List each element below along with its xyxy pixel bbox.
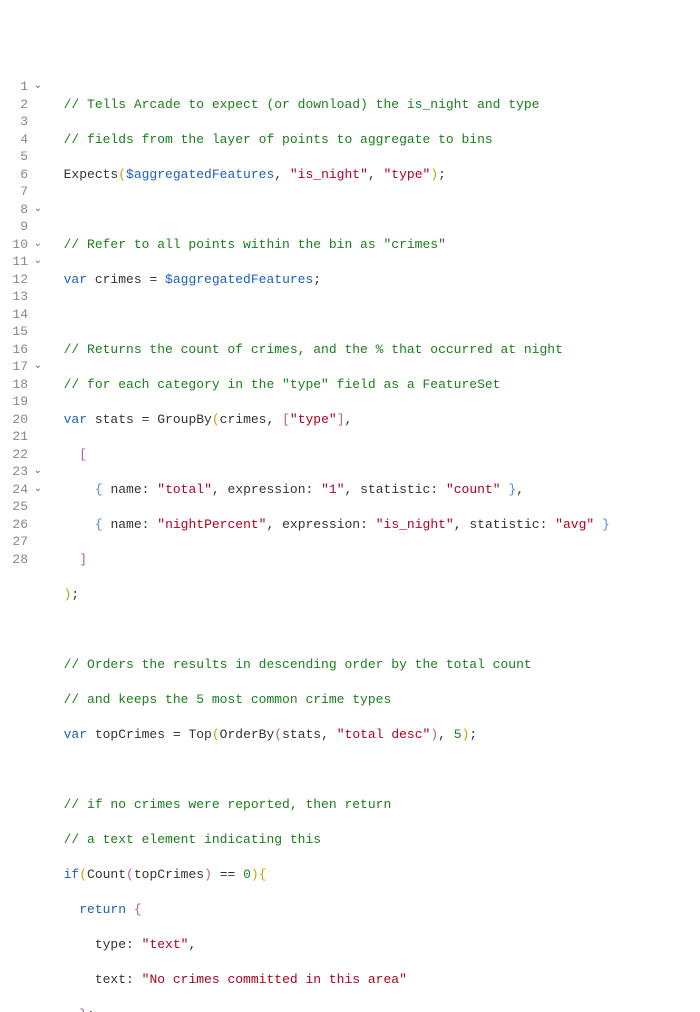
line-number: 23⌄ [8, 463, 48, 481]
code-line: var stats = GroupBy(crimes, ["type"], [48, 411, 692, 429]
code-line: Expects($aggregatedFeatures, "is_night",… [48, 166, 692, 184]
line-number: 19 [8, 393, 48, 411]
line-number: 9 [8, 218, 48, 236]
code-area[interactable]: // Tells Arcade to expect (or download) … [48, 78, 692, 1012]
code-line: text: "No crimes committed in this area" [48, 971, 692, 989]
line-number: 25 [8, 498, 48, 516]
code-line [48, 201, 692, 219]
code-line: var topCrimes = Top(OrderBy(stats, "tota… [48, 726, 692, 744]
fold-icon[interactable]: ⌄ [28, 236, 42, 254]
fold-icon[interactable]: ⌄ [28, 201, 42, 219]
line-number: 10⌄ [8, 236, 48, 254]
code-editor[interactable]: 1⌄2345678⌄910⌄11⌄121314151617⌄1819202122… [8, 78, 692, 1012]
code-line: // if no crimes were reported, then retu… [48, 796, 692, 814]
line-number: 21 [8, 428, 48, 446]
line-number: 28 [8, 551, 48, 569]
code-line [48, 761, 692, 779]
code-line: { name: "total", expression: "1", statis… [48, 481, 692, 499]
fold-icon[interactable]: ⌄ [28, 463, 42, 481]
line-number: 18 [8, 376, 48, 394]
code-line: // Tells Arcade to expect (or download) … [48, 96, 692, 114]
line-number: 26 [8, 516, 48, 534]
code-line: // a text element indicating this [48, 831, 692, 849]
fold-icon[interactable]: ⌄ [28, 253, 42, 271]
code-line: type: "text", [48, 936, 692, 954]
code-line: // and keeps the 5 most common crime typ… [48, 691, 692, 709]
code-line: var crimes = $aggregatedFeatures; [48, 271, 692, 289]
code-line: ); [48, 586, 692, 604]
line-gutter: 1⌄2345678⌄910⌄11⌄121314151617⌄1819202122… [8, 78, 48, 1012]
code-line [48, 306, 692, 324]
line-number: 22 [8, 446, 48, 464]
line-number: 5 [8, 148, 48, 166]
fold-icon[interactable]: ⌄ [28, 78, 42, 96]
line-number: 3 [8, 113, 48, 131]
code-line: // fields from the layer of points to ag… [48, 131, 692, 149]
line-number: 12 [8, 271, 48, 289]
line-number: 17⌄ [8, 358, 48, 376]
line-number: 7 [8, 183, 48, 201]
code-line: // Returns the count of crimes, and the … [48, 341, 692, 359]
line-number: 11⌄ [8, 253, 48, 271]
code-line: // for each category in the "type" field… [48, 376, 692, 394]
line-number: 2 [8, 96, 48, 114]
code-line: { name: "nightPercent", expression: "is_… [48, 516, 692, 534]
code-line: ] [48, 551, 692, 569]
code-line: if(Count(topCrimes) == 0){ [48, 866, 692, 884]
line-number: 16 [8, 341, 48, 359]
line-number: 27 [8, 533, 48, 551]
line-number: 14 [8, 306, 48, 324]
code-line: }; [48, 1006, 692, 1012]
line-number: 1⌄ [8, 78, 48, 96]
line-number: 24⌄ [8, 481, 48, 499]
line-number: 15 [8, 323, 48, 341]
code-line [48, 621, 692, 639]
code-line: // Orders the results in descending orde… [48, 656, 692, 674]
code-line: [ [48, 446, 692, 464]
line-number: 4 [8, 131, 48, 149]
line-number: 6 [8, 166, 48, 184]
line-number: 20 [8, 411, 48, 429]
fold-icon[interactable]: ⌄ [28, 481, 42, 499]
code-line: // Refer to all points within the bin as… [48, 236, 692, 254]
fold-icon[interactable]: ⌄ [28, 358, 42, 376]
code-line: return { [48, 901, 692, 919]
line-number: 8⌄ [8, 201, 48, 219]
line-number: 13 [8, 288, 48, 306]
